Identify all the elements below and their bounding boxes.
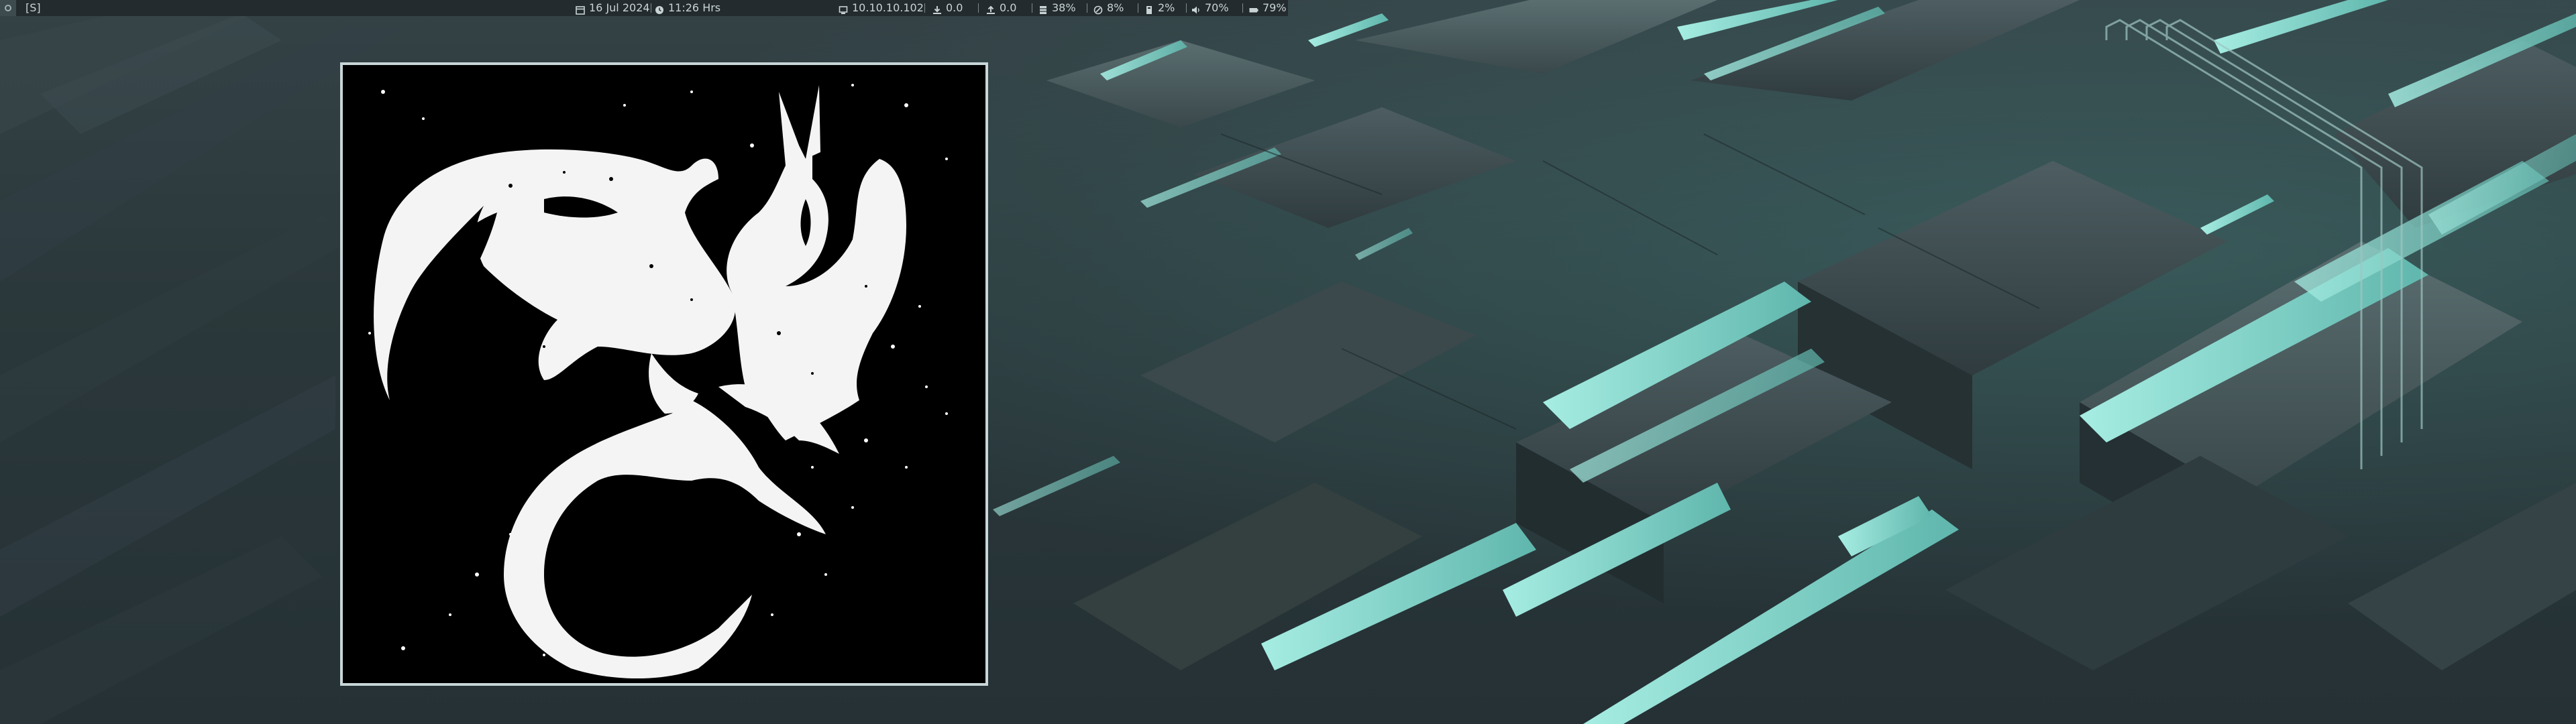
top-status-bar: [S] 16 Jul 2024 11:26 Hrs 10.10.10.102 0… — [0, 0, 1288, 16]
date-module[interactable]: 16 Jul 2024 — [576, 0, 650, 16]
circle-icon — [5, 5, 11, 11]
time-module[interactable]: 11:26 Hrs — [655, 0, 720, 16]
separator — [924, 3, 925, 13]
disk-icon — [1144, 3, 1154, 14]
memory-text: 38% — [1052, 1, 1076, 14]
upload-module[interactable]: 0.0 — [986, 0, 1016, 16]
upload-icon — [986, 3, 996, 14]
upload-text: 0.0 — [1000, 1, 1017, 14]
separator — [1186, 3, 1187, 13]
dragon-image — [343, 65, 985, 683]
battery-module[interactable]: 79% — [1249, 0, 1287, 16]
disk-text: 2% — [1158, 1, 1175, 14]
date-text: 16 Jul 2024 — [589, 1, 650, 14]
volume-icon — [1191, 3, 1201, 14]
volume-text: 70% — [1205, 1, 1229, 14]
memory-icon — [1038, 3, 1048, 14]
network-module[interactable]: 10.10.10.102 — [839, 0, 924, 16]
download-module[interactable]: 0.0 — [932, 0, 963, 16]
disk-module[interactable]: 2% — [1144, 0, 1175, 16]
memory-module[interactable]: 38% — [1038, 0, 1076, 16]
image-viewer-window[interactable] — [340, 62, 988, 686]
calendar-icon — [576, 3, 585, 15]
separator — [1242, 3, 1243, 13]
workspace-button[interactable] — [0, 0, 16, 16]
network-icon — [839, 3, 848, 14]
volume-module[interactable]: 70% — [1191, 0, 1229, 16]
battery-icon — [1249, 3, 1258, 13]
cpu-text: 8% — [1107, 1, 1124, 14]
time-text: 11:26 Hrs — [668, 1, 721, 14]
workspace-label-text: [S] — [25, 1, 41, 14]
ip-text: 10.10.10.102 — [852, 1, 924, 14]
cpu-module[interactable]: 8% — [1093, 0, 1124, 16]
workspace-label[interactable]: [S] — [25, 0, 41, 16]
clock-icon — [655, 3, 664, 14]
separator — [978, 3, 979, 13]
battery-text: 79% — [1263, 1, 1287, 14]
download-icon — [932, 3, 942, 14]
cpu-icon — [1093, 3, 1103, 15]
download-text: 0.0 — [946, 1, 963, 14]
